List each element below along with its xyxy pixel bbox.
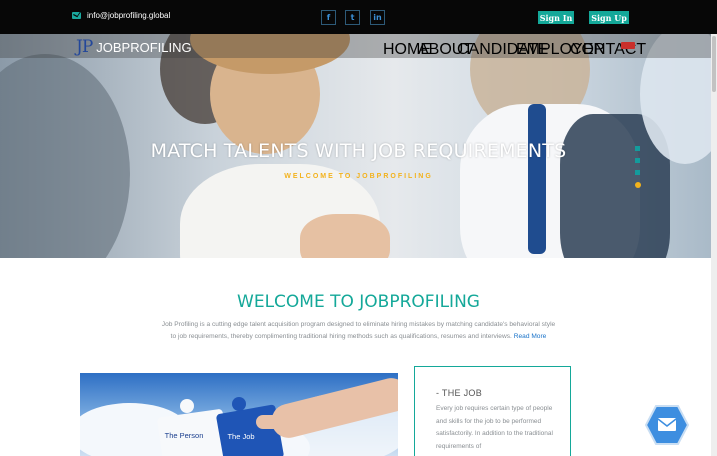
envelope-icon: [658, 418, 676, 431]
twitter-icon[interactable]: t: [345, 10, 360, 25]
sign-in-button[interactable]: Sign In: [538, 11, 574, 24]
the-job-title: - THE JOB: [436, 388, 483, 398]
facebook-icon[interactable]: f: [321, 10, 336, 25]
slider-dot[interactable]: [635, 170, 640, 175]
slider-dot[interactable]: [635, 158, 640, 163]
contact-email-text: info@jobprofiling.global: [87, 11, 171, 20]
puzzle-label-person: The Person: [164, 431, 204, 440]
brand-name: JOBPROFILING: [96, 40, 192, 55]
hero-photo-shape: [300, 214, 390, 258]
page: info@jobprofiling.global f t in Sign In …: [0, 0, 717, 456]
envelope-icon: [72, 12, 81, 19]
sign-up-button[interactable]: Sign Up: [589, 11, 629, 24]
puzzle-piece-knob: [232, 397, 246, 411]
puzzle-label-job: The Job: [227, 432, 255, 441]
slider-dot[interactable]: [635, 146, 640, 151]
slider-dots: [635, 146, 641, 188]
puzzle-piece-knob: [180, 399, 194, 413]
scrollbar[interactable]: [711, 34, 717, 456]
puzzle-image: The Person The Job: [80, 373, 398, 456]
welcome-text: Job Profiling is a cutting edge talent a…: [160, 319, 557, 343]
welcome-body: Job Profiling is a cutting edge talent a…: [161, 321, 556, 340]
brand-mark: JP: [76, 37, 93, 57]
slider-dot-active[interactable]: [635, 182, 641, 188]
chat-button[interactable]: [645, 405, 689, 445]
welcome-title: WELCOME TO JOBPROFILING: [237, 292, 480, 312]
finger-shape: [256, 415, 284, 429]
the-job-card: - THE JOB Every job requires certain typ…: [414, 366, 571, 456]
contact-email[interactable]: info@jobprofiling.global: [72, 11, 170, 20]
hero-subtitle: WELCOME TO JOBPROFILING: [284, 173, 433, 180]
the-job-text: Every job requires certain type of peopl…: [436, 405, 553, 450]
top-bar: info@jobprofiling.global f t in Sign In …: [0, 0, 717, 34]
brand-logo[interactable]: JP JOBPROFILING: [76, 37, 192, 57]
read-more-link[interactable]: Read More: [514, 333, 547, 340]
hero-slider: JP JOBPROFILING HOME ABOUT CANDIDATE EMP…: [0, 34, 717, 258]
scrollbar-thumb[interactable]: [712, 36, 716, 92]
linkedin-icon[interactable]: in: [370, 10, 385, 25]
flag-icon[interactable]: [621, 42, 635, 49]
hero-title: MATCH TALENTS WITH JOB REQUIREMENTS: [150, 140, 567, 162]
